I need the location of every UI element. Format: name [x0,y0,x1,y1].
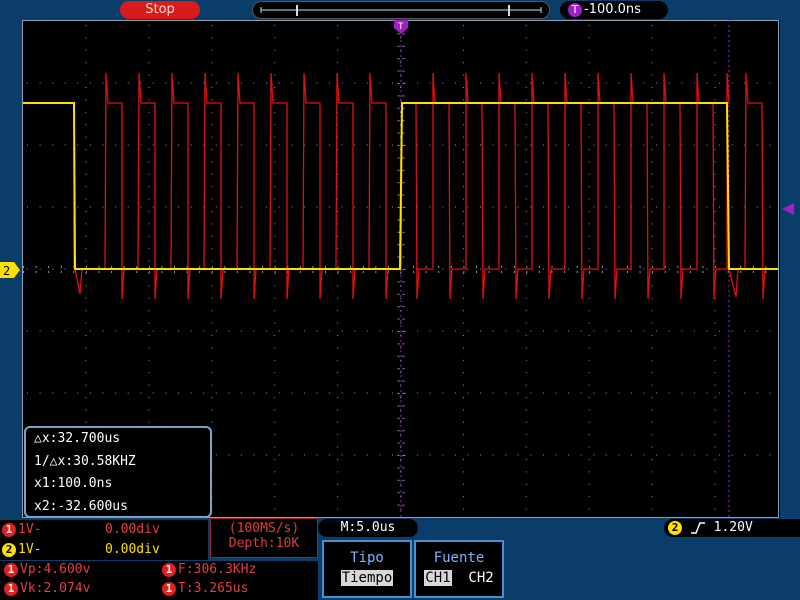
meas-vp: Vp:4.600v [20,562,91,577]
meas-freq-icon: 1 [162,562,176,577]
ch1-icon: 1 [2,522,16,537]
ch2-scale: 1V- [18,542,42,557]
ch2-marker-label: 2 [3,264,10,278]
timebase-readout[interactable]: M:5.0us [318,519,418,537]
meas-vk-icon: 1 [4,581,18,596]
softkey-tipo[interactable]: Tipo Tiempo [322,540,412,598]
meas-freq: F:306.3KHz [178,562,257,577]
trigger-position-readout: T -100.0ns [560,1,668,19]
cursor-x2-value: x2:-32.600us [34,498,128,514]
trigger-source-icon: 2 [668,520,682,535]
fuente-option-ch2[interactable]: CH2 [468,570,493,586]
meas-vp-icon: 1 [4,562,18,577]
cursor-measurement-box: △x:32.700us 1/△x:30.58KHZ x1:100.0ns x2:… [24,426,212,518]
meas-period: T:3.265us [178,581,249,596]
softkey-tipo-title: Tipo [350,550,384,566]
cursor-delta-x: △x:32.700us [34,431,121,446]
trigger-position-value: -100.0ns [584,2,641,17]
memory-depth: Depth:10K [228,536,300,551]
ch2-settings[interactable]: 2 1V- 0.00div [0,540,208,560]
trigger-marker-icon: T [568,2,582,17]
top-status-bar: Stop T -100.0ns [0,0,800,20]
rising-edge-icon [690,521,705,534]
run-stop-indicator[interactable]: Stop [120,1,200,19]
trigger-readout[interactable]: 2 1.20V [664,519,800,537]
trigger-level-value: 1.20V [713,520,753,535]
ch1-offset: 0.00div [105,522,160,537]
fuente-option-ch1[interactable]: CH1 [424,570,452,586]
softkey-tipo-value: Tiempo [340,570,394,586]
ch1-settings[interactable]: 1 1V- 0.00div [0,520,208,540]
ch1-scale: 1V- [18,522,42,537]
measurement-panel: 1 Vp:4.600v 1 F:306.3KHz 1 Vk:2.074v 1 T:3.2… [0,561,318,600]
ch2-offset: 0.00div [105,542,160,557]
acquisition-info: (100MS/s) Depth:10K [210,518,318,558]
memory-position-bar [252,1,550,19]
softkey-fuente[interactable]: Fuente CH1 CH2 [414,540,504,598]
trigger-marker-label: T [398,22,404,32]
cursor-x1-value: x1:100.0ns [34,476,113,491]
cursor-inverse-delta-x: 1/△x:30.58KHZ [34,453,136,469]
softkey-fuente-title: Fuente [433,550,485,566]
ch2-icon: 2 [2,542,16,557]
meas-vk: Vk:2.074v [20,581,91,596]
meas-period-icon: 1 [162,581,176,596]
sample-rate: (100MS/s) [228,521,300,536]
